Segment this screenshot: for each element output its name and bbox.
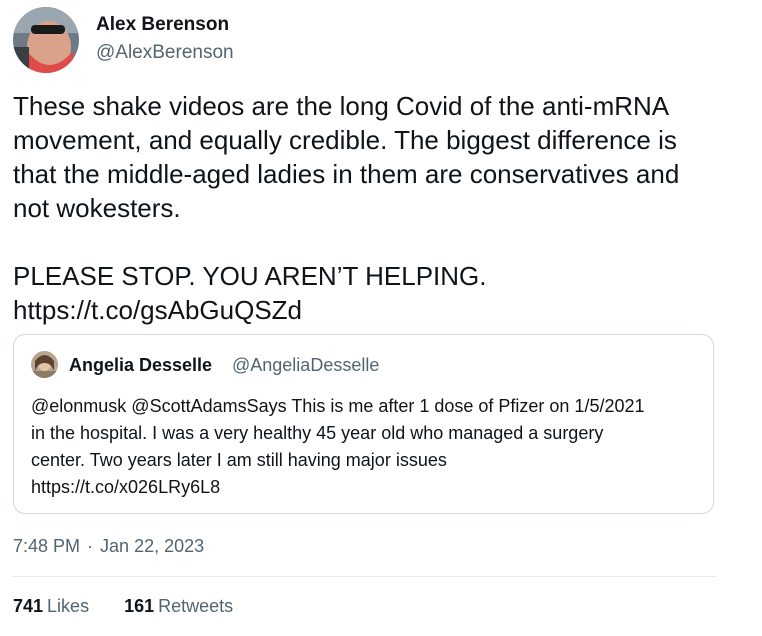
tweet-timestamp[interactable]: 7:48 PM · Jan 22, 2023 xyxy=(13,536,204,557)
tweet-link[interactable]: https://t.co/gsAbGuQSZd xyxy=(13,293,753,327)
tweet: Alex Berenson @AlexBerenson These shake … xyxy=(0,0,762,636)
author-handle[interactable]: @AlexBerenson xyxy=(96,42,234,64)
quote-text-line: @elonmusk @ScottAdamsSays This is me aft… xyxy=(31,396,645,416)
retweets-label: Retweets xyxy=(158,596,234,616)
tweet-stats: 741 Likes 161 Retweets xyxy=(13,596,263,617)
tweet-time[interactable]: 7:48 PM xyxy=(13,536,80,556)
likes-stat[interactable]: 741 Likes xyxy=(13,596,89,617)
meta-separator: · xyxy=(87,536,94,556)
quote-author-handle[interactable]: @AngeliaDesselle xyxy=(232,355,379,376)
tweet-text-line: not wokesters. xyxy=(13,193,181,223)
divider xyxy=(13,576,716,577)
quote-text-line: in the hospital. I was a very healthy 45… xyxy=(31,423,604,443)
quote-tweet-card[interactable]: Angelia Desselle @AngeliaDesselle @elonm… xyxy=(13,334,714,514)
tweet-text-line: movement, and equally credible. The bigg… xyxy=(13,125,677,155)
quote-link[interactable]: https://t.co/x026LRy6L8 xyxy=(31,474,703,501)
tweet-text-line: These shake videos are the long Covid of… xyxy=(13,91,670,121)
tweet-text: These shake videos are the long Covid of… xyxy=(13,89,753,327)
tweet-text-line: PLEASE STOP. YOU AREN’T HELPING. xyxy=(13,261,487,291)
retweets-stat[interactable]: 161 Retweets xyxy=(124,596,233,617)
author-name[interactable]: Alex Berenson xyxy=(96,14,229,36)
quote-author-avatar[interactable] xyxy=(31,351,58,378)
author-avatar-image xyxy=(13,7,79,73)
likes-count: 741 xyxy=(13,596,44,616)
quote-author-avatar-image xyxy=(31,351,58,378)
quote-text: @elonmusk @ScottAdamsSays This is me aft… xyxy=(31,393,703,501)
tweet-text-line: that the middle-aged ladies in them are … xyxy=(13,159,680,189)
retweets-count: 161 xyxy=(124,596,155,616)
tweet-date[interactable]: Jan 22, 2023 xyxy=(100,536,204,556)
quote-author-name[interactable]: Angelia Desselle xyxy=(69,355,212,376)
quote-text-line: center. Two years later I am still havin… xyxy=(31,450,447,470)
author-avatar[interactable] xyxy=(13,7,79,73)
likes-label: Likes xyxy=(47,596,90,616)
